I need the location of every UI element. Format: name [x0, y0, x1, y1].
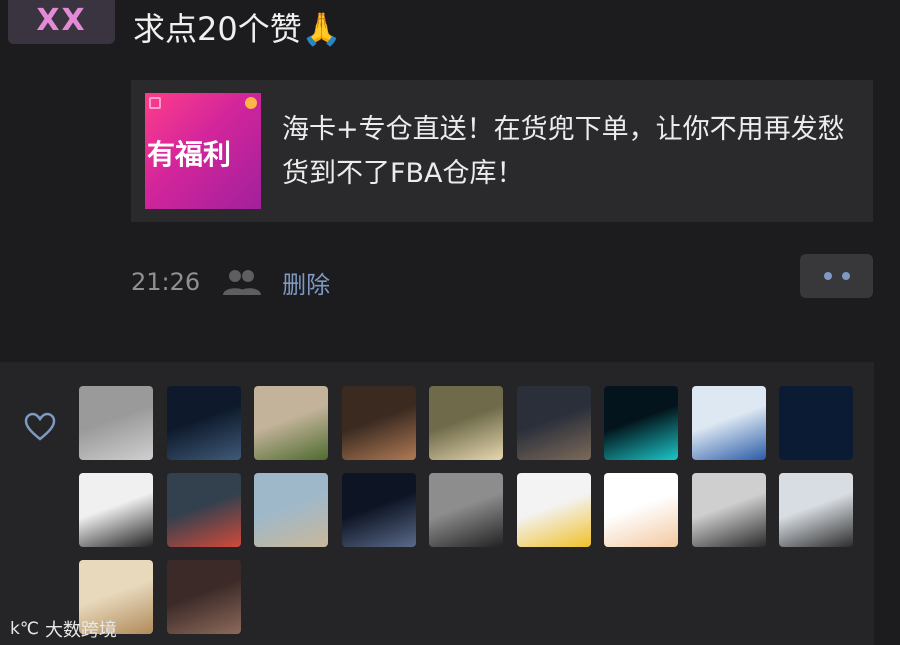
liker-avatar-11[interactable]: [166, 473, 241, 547]
liker-avatar-15[interactable]: [516, 473, 591, 547]
shared-link-thumbnail: 有福利: [145, 93, 261, 209]
liker-avatar-8[interactable]: [691, 386, 766, 460]
liker-avatar-10[interactable]: [79, 473, 153, 547]
post-meta-row: 21:26 删除: [131, 262, 330, 302]
shared-link-title: 海卡+专仓直送！在货兜下单，让你不用再发愁货到不了FBA仓库！: [282, 114, 845, 189]
post-text: 求点20个赞🙏: [133, 10, 342, 48]
liker-avatar-4[interactable]: [341, 386, 416, 460]
thumbnail-text: 有福利: [147, 138, 232, 171]
liker-avatar-14[interactable]: [429, 473, 503, 547]
moments-post-page: XX 求点20个赞🙏 有福利 海卡+专仓直送！在货兜下单，让你不用再发愁货到不了…: [0, 0, 900, 645]
more-dots-icon: [823, 272, 832, 280]
liker-avatar-7[interactable]: [604, 386, 678, 460]
heart-icon: [24, 412, 56, 441]
liker-avatar-6[interactable]: [516, 386, 591, 460]
liker-avatar-18[interactable]: [779, 473, 853, 547]
watermark-logo: k℃: [10, 619, 39, 639]
post-time: 21:26: [131, 268, 201, 296]
liker-avatar-3[interactable]: [254, 386, 328, 460]
liker-avatar-17[interactable]: [691, 473, 766, 547]
liker-avatar-20[interactable]: [166, 560, 241, 634]
likes-panel: [0, 362, 874, 645]
poster-avatar-text: XX: [36, 2, 87, 38]
watermark: k℃ 大数跨境: [10, 616, 117, 642]
more-dots-icon: [841, 272, 850, 280]
more-options-button[interactable]: [800, 254, 873, 298]
watermark-text: 大数跨境: [44, 620, 117, 641]
liker-avatar-9[interactable]: [779, 386, 853, 460]
poster-avatar[interactable]: XX: [8, 0, 115, 44]
people-icon: [222, 268, 262, 296]
delete-link[interactable]: 删除: [282, 265, 330, 300]
liker-avatar-12[interactable]: [254, 473, 328, 547]
badge-decoration-icon: [245, 97, 257, 109]
liker-avatar-2[interactable]: [166, 386, 241, 460]
shared-link-card[interactable]: 有福利 海卡+专仓直送！在货兜下单，让你不用再发愁货到不了FBA仓库！: [131, 80, 873, 222]
liker-avatar-1[interactable]: [79, 386, 153, 460]
corner-decoration-icon: [149, 97, 161, 109]
liker-avatar-13[interactable]: [341, 473, 416, 547]
liker-avatar-16[interactable]: [604, 473, 678, 547]
liker-avatar-5[interactable]: [429, 386, 503, 460]
